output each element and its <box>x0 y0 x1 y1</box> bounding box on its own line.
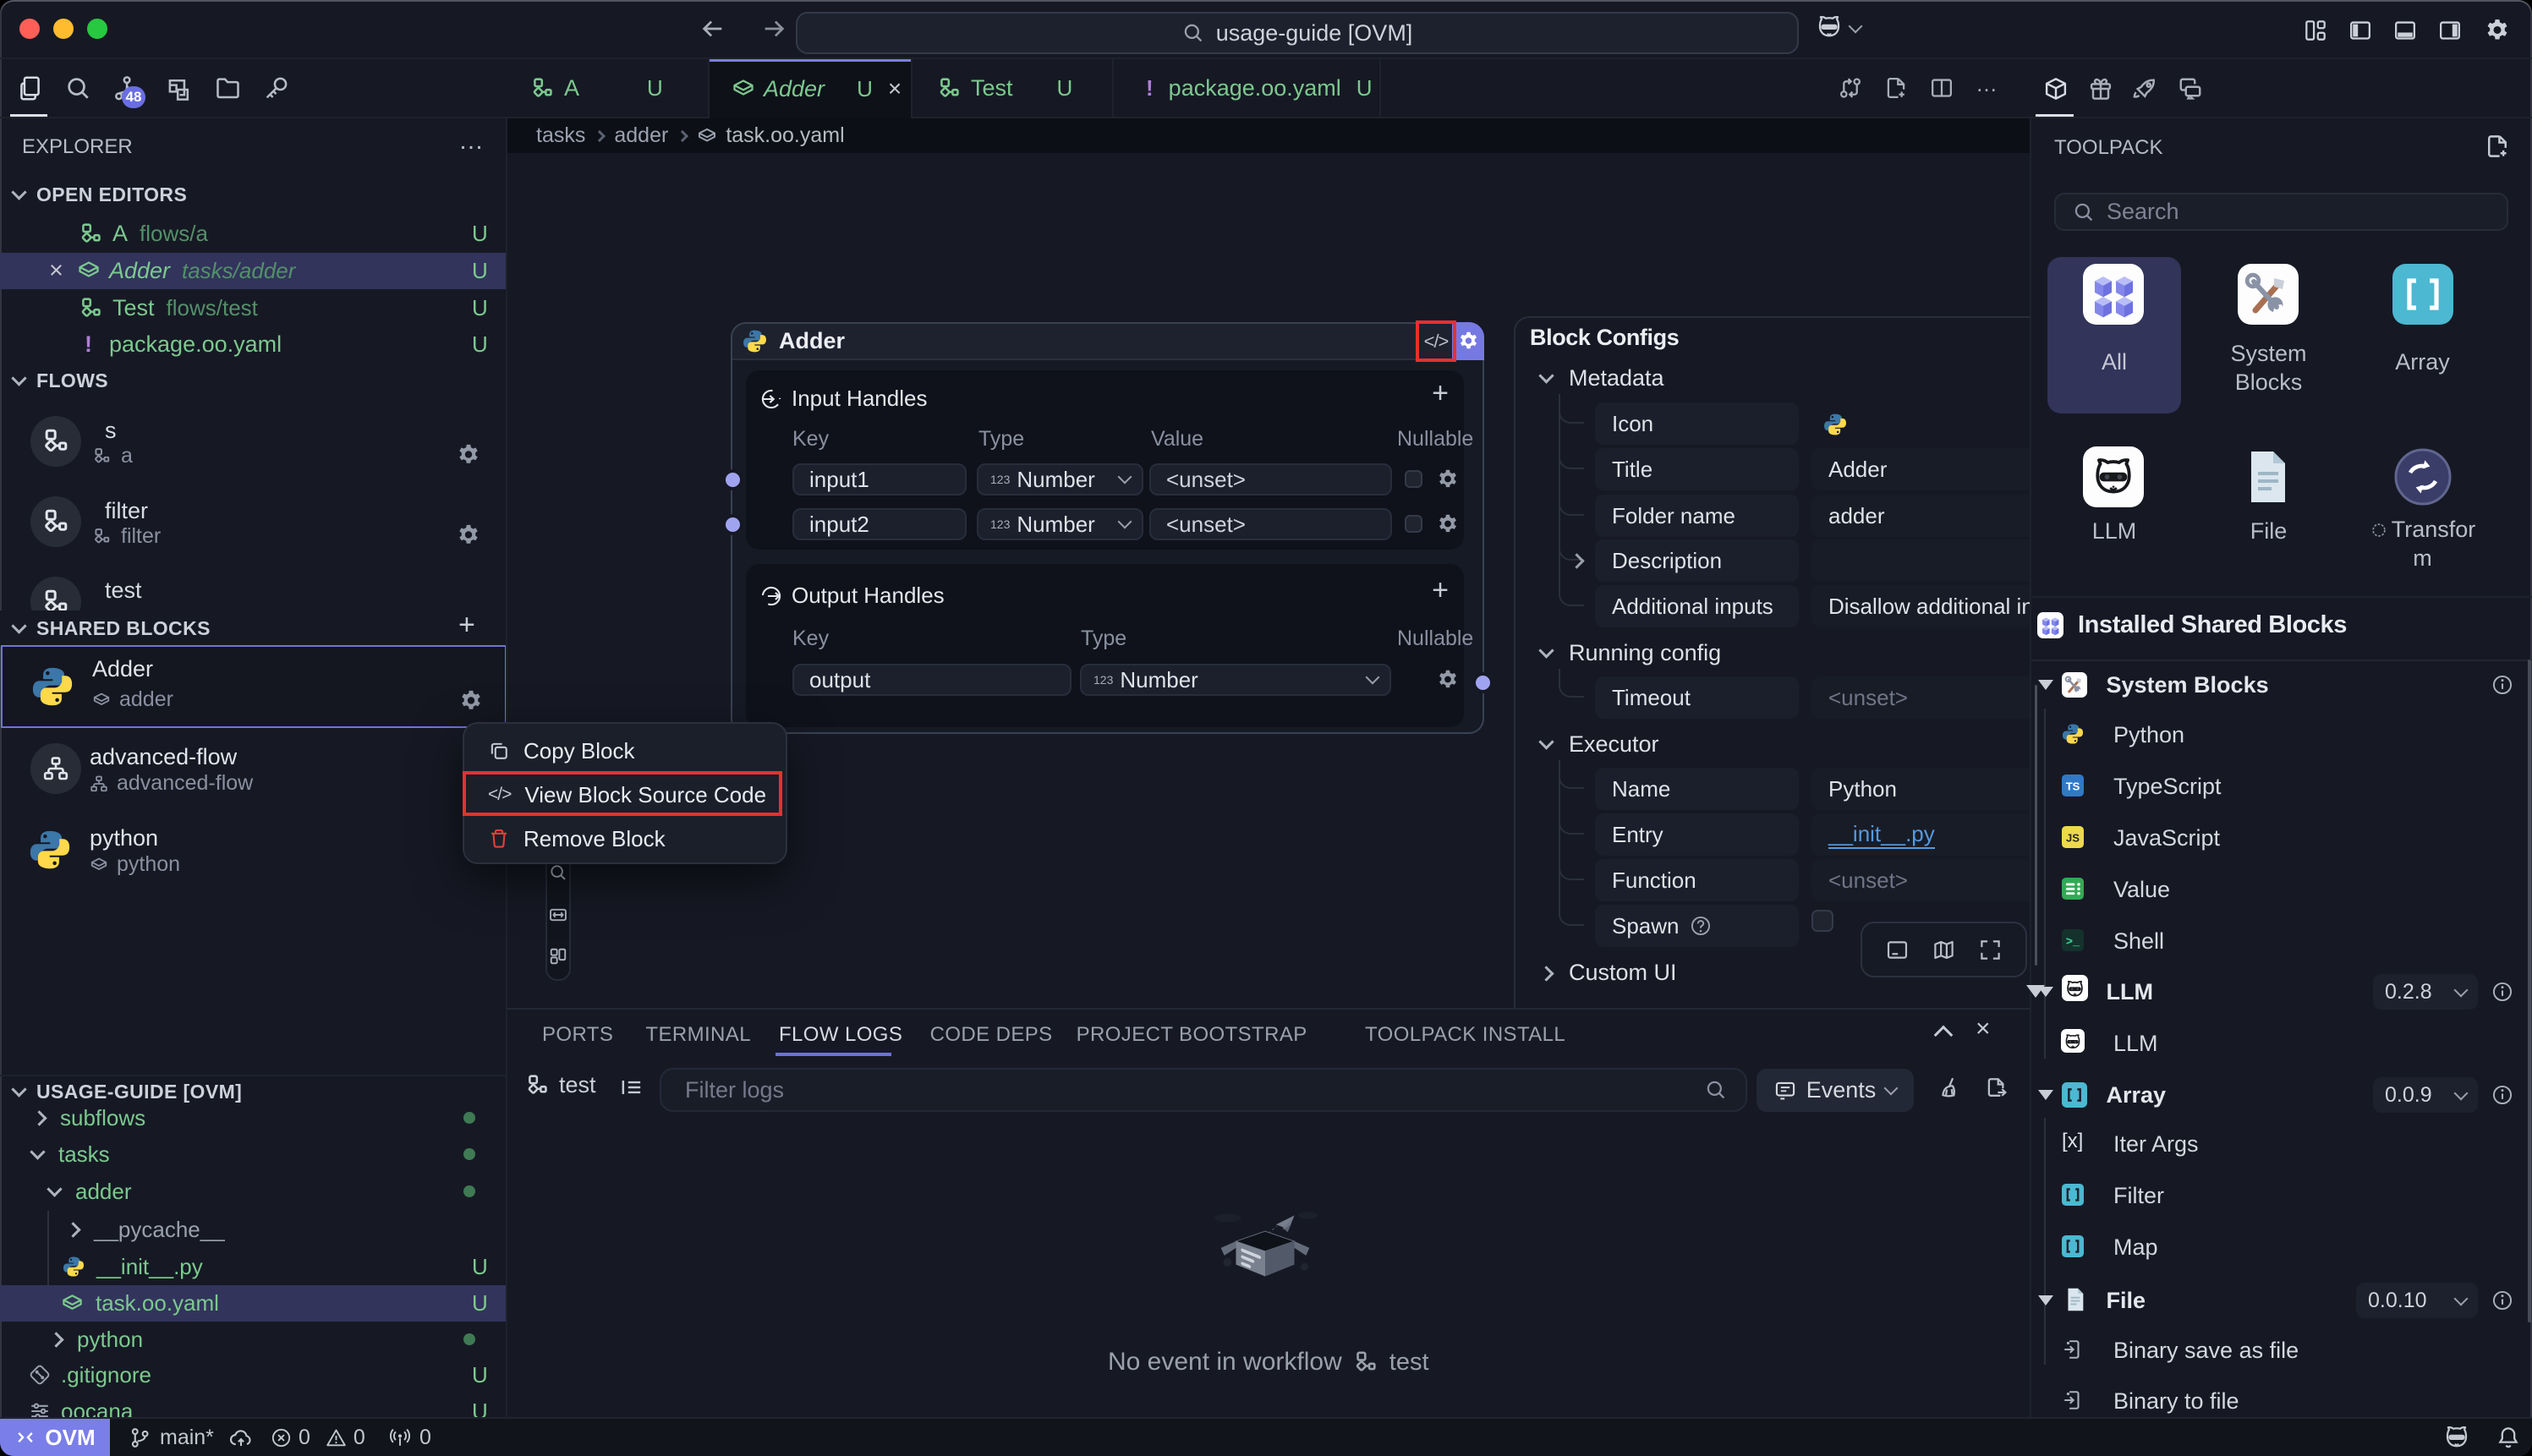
svg-text:>_: >_ <box>2066 937 2080 950</box>
svg-text:TS: TS <box>2066 780 2080 793</box>
svg-text:JS: JS <box>2066 832 2080 845</box>
